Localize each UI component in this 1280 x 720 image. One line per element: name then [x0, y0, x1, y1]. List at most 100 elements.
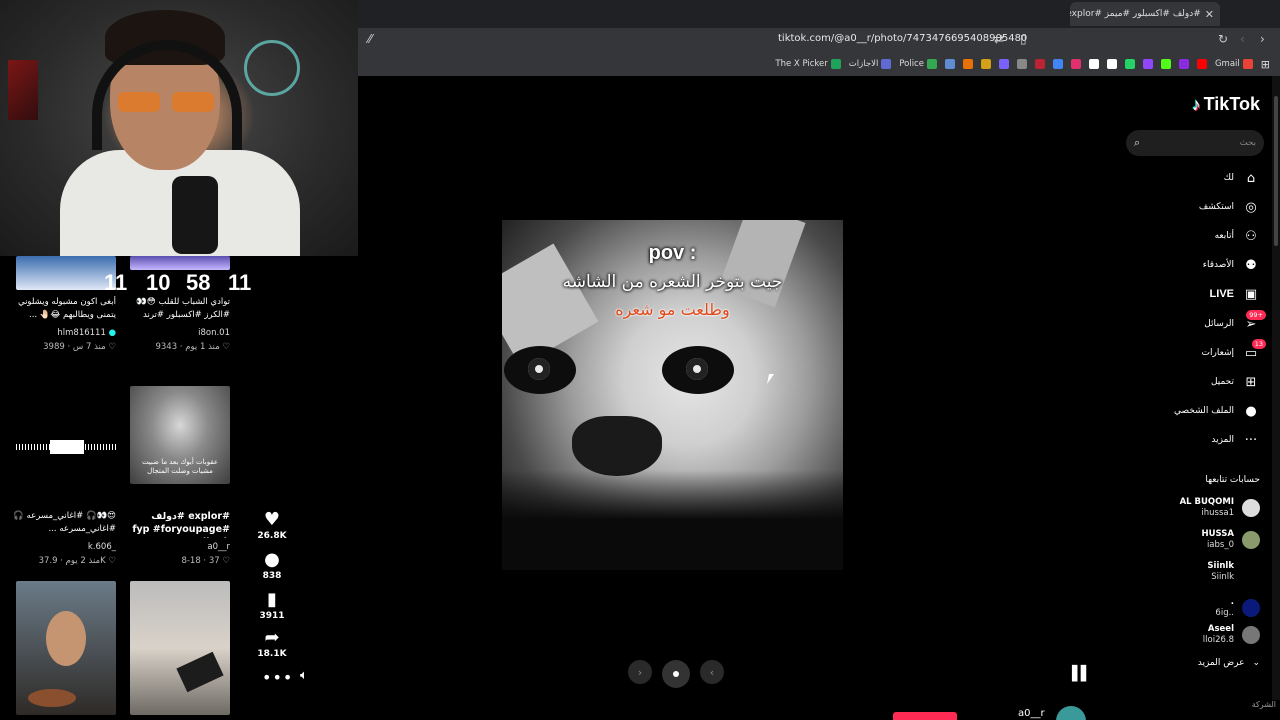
video-author[interactable]: hlm816111 ● — [12, 328, 116, 338]
bottom-username[interactable]: a0__r — [1018, 708, 1045, 719]
page-scrollbar[interactable] — [1272, 76, 1280, 700]
follow-button[interactable] — [893, 712, 957, 720]
overlay-count: 11 — [104, 270, 128, 295]
bookmark-icon[interactable]: ▯ — [1020, 32, 1027, 46]
bookmark-item[interactable] — [962, 59, 973, 69]
sidebar-item-profile[interactable]: الملف الشخصي ● — [1174, 401, 1260, 421]
tab-close-icon[interactable]: ✕ — [1205, 8, 1214, 21]
tiktok-logo[interactable]: ♪ TikTok — [1192, 94, 1260, 115]
thumbnail-plate — [28, 689, 76, 707]
address-bar[interactable]: ⁄⁄ tiktok.com/@a0__r/photo/7473476695408… — [358, 28, 1280, 52]
pause-icon[interactable]: ▌▌ — [1072, 666, 1091, 682]
video-caption[interactable]: #explor #دولف #fyp #foryoupage #tiktok — [126, 510, 230, 538]
bookmark-label: Police — [899, 59, 924, 69]
footer-company-link[interactable]: الشركة — [1252, 700, 1276, 709]
following-account[interactable]: . 6ig.. — [1215, 595, 1260, 621]
video-caption[interactable]: توادي الشباب للقلب 😳👀 #الكرز #اكسبلور #ت… — [126, 296, 230, 324]
sidebar-item-home[interactable]: لك ⌂ — [1224, 168, 1260, 188]
profile-video-grid: 11 10 58 11 أبغى اكون مشبوله ويشلوني يتم… — [0, 256, 358, 720]
following-account[interactable]: Siinlk Siinlk — [1207, 559, 1260, 585]
bookmark-label: الاجازات — [848, 59, 879, 69]
sidebar-item-compass[interactable]: استكشف ◎ — [1199, 197, 1260, 217]
search-input[interactable]: بحث ⌕ — [1126, 130, 1264, 156]
bookmark-favicon-icon — [926, 59, 937, 69]
upload-icon: ⊞ — [1245, 374, 1257, 390]
sidebar-item-inbox[interactable]: إشعارات ▭ 13 — [1202, 338, 1266, 363]
avatar[interactable] — [1242, 499, 1260, 517]
thumbnail-text: عقوبات أبوك بعد ما ضبيت مشيات وضلت المتج… — [141, 458, 219, 475]
following-account[interactable]: HUSSA iabs_0 — [1202, 527, 1260, 553]
bookmark-item[interactable]: The X Picker — [775, 59, 841, 69]
carousel-next-button[interactable]: › — [628, 660, 652, 684]
video-author[interactable]: i8on.01 — [126, 328, 230, 338]
bookmark-item[interactable]: Police — [899, 59, 937, 69]
avatar[interactable] — [1242, 626, 1260, 644]
video-thumbnail[interactable] — [16, 256, 116, 290]
tiktok-sidebar: ♪ TikTok بحث ⌕ لك ⌂ استكشف ◎ أتابعه ⚇ الأصدقاء… — [1120, 76, 1280, 720]
avatar[interactable] — [1242, 563, 1260, 581]
bookmark-item[interactable] — [1070, 59, 1081, 69]
bookmark-item[interactable] — [1016, 59, 1027, 69]
sidebar-item-messages[interactable]: الرسائل ➢ 99+ — [1204, 309, 1266, 334]
forward-icon[interactable]: ‹ — [1240, 32, 1245, 46]
sidebar-item-friends[interactable]: الأصدقاء ⚉ — [1203, 255, 1260, 275]
volume-icon[interactable]: 🔈︎ — [300, 668, 308, 683]
video-thumbnail[interactable] — [130, 256, 230, 270]
overlay-count: 11 — [228, 270, 252, 295]
carousel-prev-button[interactable]: ‹ — [700, 660, 724, 684]
more-options-icon[interactable]: ••• — [262, 668, 293, 687]
url-text[interactable]: tiktok.com/@a0__r/photo/7473476695408905… — [778, 33, 1027, 44]
bookmark-item[interactable] — [1088, 59, 1099, 69]
video-thumbnail[interactable] — [16, 386, 116, 484]
sidebar-item-user-follow[interactable]: أتابعه ⚇ — [1215, 226, 1260, 246]
search-icon[interactable]: ⌕ — [1134, 136, 1140, 150]
carousel-indicator[interactable] — [662, 660, 690, 688]
bookmark-item[interactable] — [1160, 59, 1171, 69]
following-account[interactable]: Aseel lloi26.8 — [1203, 622, 1260, 648]
bookmark-favicon-icon — [1160, 59, 1171, 69]
avatar[interactable] — [1056, 706, 1086, 720]
following-account-text: HUSSA iabs_0 — [1202, 529, 1234, 551]
bookmark-item[interactable]: الاجازات — [849, 59, 892, 69]
video-thumbnail[interactable] — [16, 581, 116, 715]
bookmark-item[interactable] — [1106, 59, 1117, 69]
apps-grid-icon[interactable]: ⊞ — [1261, 58, 1270, 71]
bookmark-favicon-icon — [1242, 59, 1253, 69]
video-author[interactable]: a0__r — [126, 542, 230, 552]
video-caption[interactable]: 😍👀🎧 #اغاني_مسرعه 🎧 #اغاني_مسرعه ... — [12, 510, 116, 538]
sidebar-item-upload[interactable]: تحميل ⊞ — [1211, 372, 1260, 392]
avatar[interactable] — [1242, 531, 1260, 549]
sidebar-item-more[interactable]: المزيد ··· — [1211, 430, 1260, 450]
bookmark-item[interactable]: Gmail — [1215, 59, 1253, 69]
bookmark-item[interactable] — [1196, 59, 1207, 69]
comment-button[interactable]: ● 838 — [250, 550, 294, 582]
video-author[interactable]: k.606_ — [12, 542, 116, 552]
back-icon[interactable]: › — [1260, 32, 1265, 46]
extension-icon[interactable]: ⁄⁄ — [368, 32, 372, 46]
bookmark-item[interactable] — [1052, 59, 1063, 69]
site-settings-icon[interactable]: ⇄ — [994, 32, 1004, 46]
like-button[interactable]: ♥ 26.8K — [250, 510, 294, 542]
notification-badge: 13 — [1251, 338, 1266, 349]
video-thumbnail[interactable] — [130, 581, 230, 715]
save-button[interactable]: ▮ 3911 — [250, 590, 294, 622]
sidebar-item-live[interactable]: LIVE ▣ — [1210, 284, 1260, 304]
bookmark-item[interactable] — [1178, 59, 1189, 69]
following-account[interactable]: AL BUQOMI ihussa1 — [1180, 495, 1260, 521]
bookmark-item[interactable] — [944, 59, 955, 69]
avatar[interactable] — [1242, 599, 1260, 617]
bookmark-item[interactable] — [980, 59, 991, 69]
share-button[interactable]: ➦ 18.1K — [250, 628, 294, 660]
video-thumbnail[interactable]: عقوبات أبوك بعد ما ضبيت مشيات وضلت المتج… — [130, 386, 230, 484]
browser-tab[interactable]: ✕ #دولف #اكسبلور #ميمز #explor — [1070, 2, 1220, 26]
reload-icon[interactable]: ↻ — [1218, 32, 1228, 46]
see-more-button[interactable]: عرض المزيد ⌄ — [1198, 658, 1260, 668]
post-photo[interactable]: pov : جيت بتوخر الشعره من الشاشه وطلعت م… — [502, 220, 843, 570]
bookmark-item[interactable] — [998, 59, 1009, 69]
bookmark-item[interactable] — [1034, 59, 1045, 69]
video-caption[interactable]: أبغى اكون مشبوله ويشلوني يتمنى ويطالبهم … — [12, 296, 116, 324]
bookmark-item[interactable] — [1124, 59, 1135, 69]
bookmark-item[interactable] — [1142, 59, 1153, 69]
bookmark-favicon-icon — [830, 59, 841, 69]
chevron-down-icon: ⌄ — [1252, 658, 1260, 668]
